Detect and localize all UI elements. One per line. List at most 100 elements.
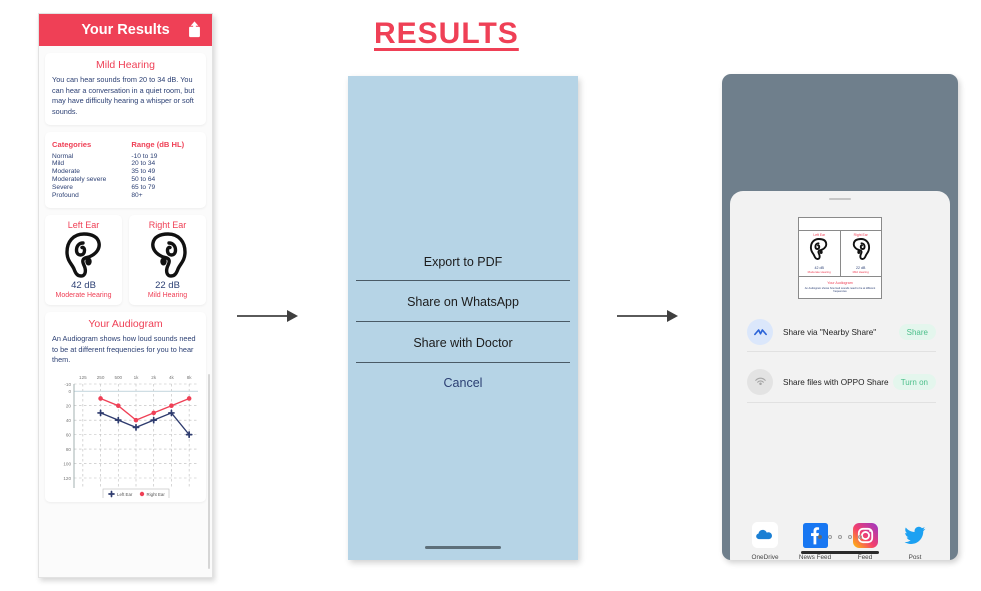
preview-left-ear-label: Left Ear <box>813 233 826 237</box>
left-ear-card[interactable]: Left Ear 42 dB Moderate Hearing <box>45 215 122 306</box>
page-dot[interactable] <box>858 535 862 539</box>
share-export-icon[interactable] <box>188 21 201 38</box>
share-row-label: Share files with OPPO Share <box>783 377 889 387</box>
scrollbar[interactable] <box>207 374 210 569</box>
preview-right-ear-level: Mild Hearing <box>852 270 869 274</box>
shared-document-preview[interactable]: Left Ear 42 dB Moderate Hearing Right Ea… <box>798 217 882 299</box>
cell-category: Moderate <box>52 168 80 176</box>
home-indicator <box>425 545 501 549</box>
table-row: Mild 20 to 34 <box>52 160 199 168</box>
arrow-head <box>287 310 298 322</box>
nearby-share-button[interactable]: Share <box>898 324 936 340</box>
svg-text:4k: 4k <box>169 375 175 380</box>
preview-audiogram-title: Your Audiogram <box>827 281 853 285</box>
page-title: RESULTS <box>374 17 519 50</box>
flow-arrow-2 <box>617 309 679 323</box>
audiogram-card: Your Audiogram An Audiogram shows how lo… <box>45 312 206 503</box>
action-share-on-whatsapp[interactable]: Share on WhatsApp <box>348 295 578 309</box>
action-sheet-screen: Export to PDF Share on WhatsApp Share wi… <box>348 76 578 560</box>
page-dot[interactable] <box>828 535 832 539</box>
results-screen: Your Results Mild Hearing You can hear s… <box>38 13 213 578</box>
preview-audiogram-body: An Audiogram shows how loud sounds need … <box>804 286 876 293</box>
left-ear-level: Moderate Hearing <box>55 292 112 300</box>
right-ear-title: Right Ear <box>148 220 187 231</box>
share-target-post[interactable]: Post <box>890 521 940 560</box>
left-ear-icon <box>810 238 828 260</box>
arrow-head <box>667 310 678 322</box>
right-ear-db: 22 dB <box>155 280 180 292</box>
left-ear-db: 42 dB <box>71 280 96 292</box>
left-ear-icon <box>64 232 101 279</box>
sheet-grabber[interactable] <box>829 198 851 200</box>
action-export-to-pdf[interactable]: Export to PDF <box>348 255 578 269</box>
pagination-dots[interactable] <box>818 535 862 539</box>
preview-left-ear-level: Moderate Hearing <box>807 270 831 274</box>
categories-card: Categories Range (dB HL) Normal -10 to 1… <box>45 132 206 209</box>
svg-text:120: 120 <box>63 476 71 481</box>
cell-category: Normal <box>52 152 74 160</box>
table-header-row: Categories Range (dB HL) <box>52 140 199 152</box>
right-ear-card[interactable]: Right Ear 22 dB Mild Hearing <box>129 215 206 306</box>
svg-text:60: 60 <box>66 432 72 437</box>
preview-header <box>799 218 881 231</box>
app-label: Post <box>908 554 922 560</box>
cell-range: 50 to 64 <box>131 176 156 184</box>
left-ear-title: Left Ear <box>67 220 100 231</box>
page-dot[interactable] <box>838 535 842 539</box>
action-share-with-doctor[interactable]: Share with Doctor <box>348 336 578 350</box>
cell-range: 80+ <box>131 191 143 199</box>
sheet-divider <box>356 280 570 281</box>
share-target-news-feed[interactable]: News Feed <box>790 521 840 560</box>
nearby-share-icon <box>747 319 773 345</box>
app-label: News Feed <box>798 554 832 560</box>
flow-arrow-1 <box>237 309 299 323</box>
arrow-shaft <box>617 315 669 317</box>
page-dot[interactable] <box>818 535 822 539</box>
onedrive-icon <box>751 521 779 549</box>
svg-text:2k: 2k <box>151 375 157 380</box>
audiogram-title: Your Audiogram <box>88 318 163 331</box>
cell-category: Severe <box>52 183 73 191</box>
cell-range: 65 to 79 <box>131 183 156 191</box>
preview-right-ear: Right Ear 22 dB Mild Hearing <box>839 231 882 276</box>
action-cancel[interactable]: Cancel <box>348 376 578 390</box>
page-dot[interactable] <box>848 535 852 539</box>
cell-range: -10 to 19 <box>131 152 158 160</box>
sheet-divider <box>356 362 570 363</box>
table-row: Normal -10 to 19 <box>52 152 199 160</box>
categories-table: Categories Range (dB HL) Normal -10 to 1… <box>52 140 199 199</box>
svg-text:250: 250 <box>97 375 105 380</box>
sheet-divider <box>356 321 570 322</box>
share-row-oppo-share[interactable]: Share files with OPPO Share Turn on <box>747 359 936 405</box>
svg-text:20: 20 <box>66 404 72 409</box>
share-row-nearby-share[interactable]: Share via "Nearby Share" Share <box>747 309 936 355</box>
preview-ears: Left Ear 42 dB Moderate Hearing Right Ea… <box>799 231 881 277</box>
table-row: Moderately severe 50 to 64 <box>52 176 199 184</box>
cell-range: 20 to 34 <box>131 160 156 168</box>
share-target-feed[interactable]: Feed <box>840 521 890 560</box>
cell-category: Profound <box>52 191 79 199</box>
arrow-shaft <box>237 315 289 317</box>
ear-results-row: Left Ear 42 dB Moderate Hearing Right Ea… <box>45 215 206 306</box>
oppo-share-button[interactable]: Turn on <box>892 374 936 390</box>
right-ear-icon <box>852 238 870 260</box>
share-panel: Left Ear 42 dB Moderate Hearing Right Ea… <box>730 191 950 560</box>
share-target-onedrive[interactable]: OneDrive <box>740 521 790 560</box>
audiogram-chart: 125 250 500 1k 2k 4k 8k -10 0 20 40 60 80 100 120 Left … <box>63 375 198 499</box>
share-divider <box>747 402 936 403</box>
svg-text:0: 0 <box>68 389 71 394</box>
svg-text:500: 500 <box>114 375 122 380</box>
share-target-grid: OneDrive News Feed Feed Post <box>740 521 940 560</box>
svg-text:Right Ear: Right Ear <box>147 492 166 497</box>
cell-category: Mild <box>52 160 65 168</box>
summary-card: Mild Hearing You can hear sounds from 20… <box>45 53 206 126</box>
col-categories: Categories <box>52 140 92 150</box>
svg-text:80: 80 <box>66 447 72 452</box>
share-row-label: Share via "Nearby Share" <box>783 327 877 337</box>
right-ear-level: Mild Hearing <box>147 292 188 300</box>
table-row: Profound 80+ <box>52 191 199 199</box>
share-divider <box>747 351 936 352</box>
svg-text:100: 100 <box>63 461 71 466</box>
screenshot-canvas: RESULTS Your Results Mild Hearing You ca… <box>0 0 981 591</box>
table-row: Severe 65 to 79 <box>52 183 199 191</box>
